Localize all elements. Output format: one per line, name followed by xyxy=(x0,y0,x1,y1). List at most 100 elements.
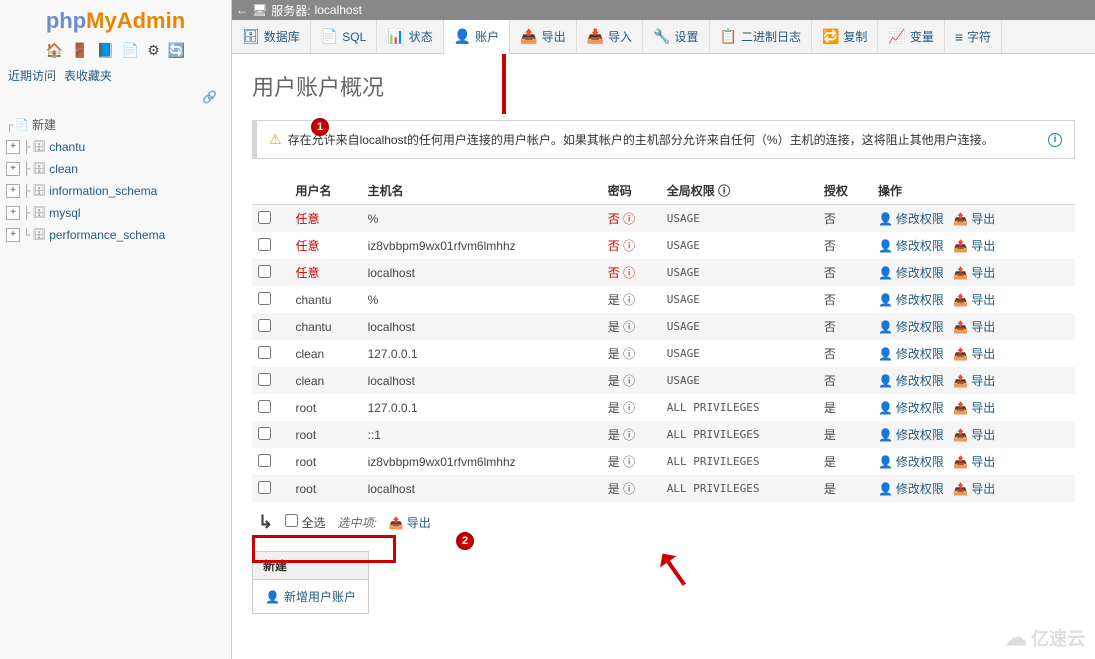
server-icon: 🖥 xyxy=(252,3,267,17)
menu-tab[interactable]: 🔧设置 xyxy=(643,20,709,53)
row-checkbox[interactable] xyxy=(258,265,271,278)
warning-icon: ⓘ xyxy=(623,266,635,280)
select-all-label[interactable]: 全选 xyxy=(285,514,325,531)
tab-favorites[interactable]: 表收藏夹 xyxy=(64,67,112,84)
tree-db-item[interactable]: +├🗄mysql xyxy=(6,202,225,224)
cell-user: 任意 xyxy=(290,232,362,259)
link-icon[interactable]: 🔗 xyxy=(0,88,231,110)
home-icons: 🏠 🚪 📘 📄 ⚙ 🔄 xyxy=(0,38,231,65)
export-link[interactable]: 📤导出 xyxy=(953,345,995,362)
gear-icon[interactable]: ⚙ xyxy=(147,42,160,58)
export-link[interactable]: 📤导出 xyxy=(953,480,995,497)
user-edit-icon: 👤 xyxy=(878,401,893,415)
menubar: 🗄数据库📄SQL📊状态👤账户📤导出📥导入🔧设置📋二进制日志🔁复制📈变量≡字符 xyxy=(232,20,1095,54)
row-checkbox[interactable] xyxy=(258,427,271,440)
with-selected-label: 选中项: xyxy=(337,514,376,531)
cell-grant: 否 xyxy=(818,340,872,367)
tree-db-item[interactable]: +├🗄information_schema xyxy=(6,180,225,202)
warning-icon: ⓘ xyxy=(623,293,635,307)
annotation-marker-2: 2 xyxy=(456,532,474,550)
cell-privileges: USAGE xyxy=(661,259,818,286)
edit-privileges-link[interactable]: 👤修改权限 xyxy=(878,264,944,281)
menu-tab[interactable]: 🔁复制 xyxy=(812,20,878,53)
cell-password: 否 ⓘ xyxy=(602,259,661,286)
query-icon[interactable]: 📄 xyxy=(122,42,139,58)
edit-privileges-link[interactable]: 👤修改权限 xyxy=(878,399,944,416)
edit-privileges-link[interactable]: 👤修改权限 xyxy=(878,453,944,470)
help-icon[interactable]: ⓘ xyxy=(718,184,730,198)
users-table: 用户名 主机名 密码 全局权限 ⓘ 授权 操作 任意 % 否 ⓘ USAGE 否… xyxy=(252,177,1075,502)
row-checkbox[interactable] xyxy=(258,292,271,305)
cell-grant: 是 xyxy=(818,421,872,448)
export-link[interactable]: 📤导出 xyxy=(953,291,995,308)
edit-privileges-link[interactable]: 👤修改权限 xyxy=(878,237,944,254)
tab-recent[interactable]: 近期访问 xyxy=(8,67,56,84)
menu-tab[interactable]: 📊状态 xyxy=(377,20,443,53)
cell-privileges: ALL PRIVILEGES xyxy=(661,475,818,502)
watermark: ☁亿速云 xyxy=(1005,625,1085,651)
expand-icon[interactable]: + xyxy=(6,184,20,198)
menu-tab[interactable]: 📋二进制日志 xyxy=(710,20,812,53)
menu-tab[interactable]: ≡字符 xyxy=(945,20,1002,53)
docs-icon[interactable]: 📘 xyxy=(97,42,114,58)
export-link[interactable]: 📤导出 xyxy=(953,237,995,254)
expand-icon[interactable]: + xyxy=(6,228,20,242)
export-link[interactable]: 📤导出 xyxy=(953,210,995,227)
tree-new[interactable]: ┌📄新建 xyxy=(6,114,225,136)
menu-icon: 📋 xyxy=(720,28,737,45)
row-checkbox[interactable] xyxy=(258,373,271,386)
menu-tab[interactable]: 📄SQL xyxy=(311,20,377,53)
cell-actions: 👤修改权限 📤导出 xyxy=(872,394,1075,421)
export-link[interactable]: 📤导出 xyxy=(953,426,995,443)
tree-db-item[interactable]: +├🗄chantu xyxy=(6,136,225,158)
menu-tab[interactable]: 📈变量 xyxy=(878,20,944,53)
edit-privileges-link[interactable]: 👤修改权限 xyxy=(878,345,944,362)
cell-actions: 👤修改权限 📤导出 xyxy=(872,205,1075,233)
home-icon[interactable]: 🏠 xyxy=(46,42,63,58)
export-link[interactable]: 📤导出 xyxy=(953,372,995,389)
select-all-checkbox[interactable] xyxy=(285,514,298,527)
row-checkbox[interactable] xyxy=(258,454,271,467)
row-checkbox[interactable] xyxy=(258,400,271,413)
edit-privileges-link[interactable]: 👤修改权限 xyxy=(878,426,944,443)
table-row: root localhost 是 ⓘ ALL PRIVILEGES 是 👤修改权… xyxy=(252,475,1075,502)
info-icon[interactable]: i xyxy=(1048,133,1062,147)
reload-icon[interactable]: 🔄 xyxy=(168,42,185,58)
warning-icon: ⓘ xyxy=(623,455,635,469)
edit-privileges-link[interactable]: 👤修改权限 xyxy=(878,291,944,308)
export-icon: 📤 xyxy=(389,516,404,530)
row-checkbox[interactable] xyxy=(258,211,271,224)
cell-privileges: USAGE xyxy=(661,205,818,233)
back-arrow-icon[interactable]: ← xyxy=(236,3,248,17)
expand-icon[interactable]: + xyxy=(6,206,20,220)
expand-icon[interactable]: + xyxy=(6,140,20,154)
export-link[interactable]: 📤导出 xyxy=(953,264,995,281)
bulk-export[interactable]: 📤导出 xyxy=(389,514,431,531)
tree-db-item[interactable]: +├🗄clean xyxy=(6,158,225,180)
menu-tab[interactable]: 🗄数据库 xyxy=(232,20,311,53)
menu-tab[interactable]: 👤账户 xyxy=(444,20,510,54)
export-icon: 📤 xyxy=(953,428,968,442)
edit-privileges-link[interactable]: 👤修改权限 xyxy=(878,318,944,335)
menu-tab[interactable]: 📤导出 xyxy=(510,20,576,53)
row-checkbox[interactable] xyxy=(258,346,271,359)
menu-tab[interactable]: 📥导入 xyxy=(577,20,643,53)
export-link[interactable]: 📤导出 xyxy=(953,318,995,335)
edit-privileges-link[interactable]: 👤修改权限 xyxy=(878,210,944,227)
row-checkbox[interactable] xyxy=(258,238,271,251)
export-link[interactable]: 📤导出 xyxy=(953,399,995,416)
export-icon: 📤 xyxy=(953,482,968,496)
add-user-link[interactable]: 👤 新增用户账户 xyxy=(265,588,356,605)
tree-db-item[interactable]: +└🗄performance_schema xyxy=(6,224,225,246)
logout-icon[interactable]: 🚪 xyxy=(71,42,88,58)
cell-actions: 👤修改权限 📤导出 xyxy=(872,421,1075,448)
user-edit-icon: 👤 xyxy=(878,239,893,253)
th-global: 全局权限 ⓘ xyxy=(661,177,818,205)
warning-icon: ⓘ xyxy=(623,428,635,442)
export-link[interactable]: 📤导出 xyxy=(953,453,995,470)
expand-icon[interactable]: + xyxy=(6,162,20,176)
edit-privileges-link[interactable]: 👤修改权限 xyxy=(878,372,944,389)
row-checkbox[interactable] xyxy=(258,319,271,332)
edit-privileges-link[interactable]: 👤修改权限 xyxy=(878,480,944,497)
row-checkbox[interactable] xyxy=(258,481,271,494)
